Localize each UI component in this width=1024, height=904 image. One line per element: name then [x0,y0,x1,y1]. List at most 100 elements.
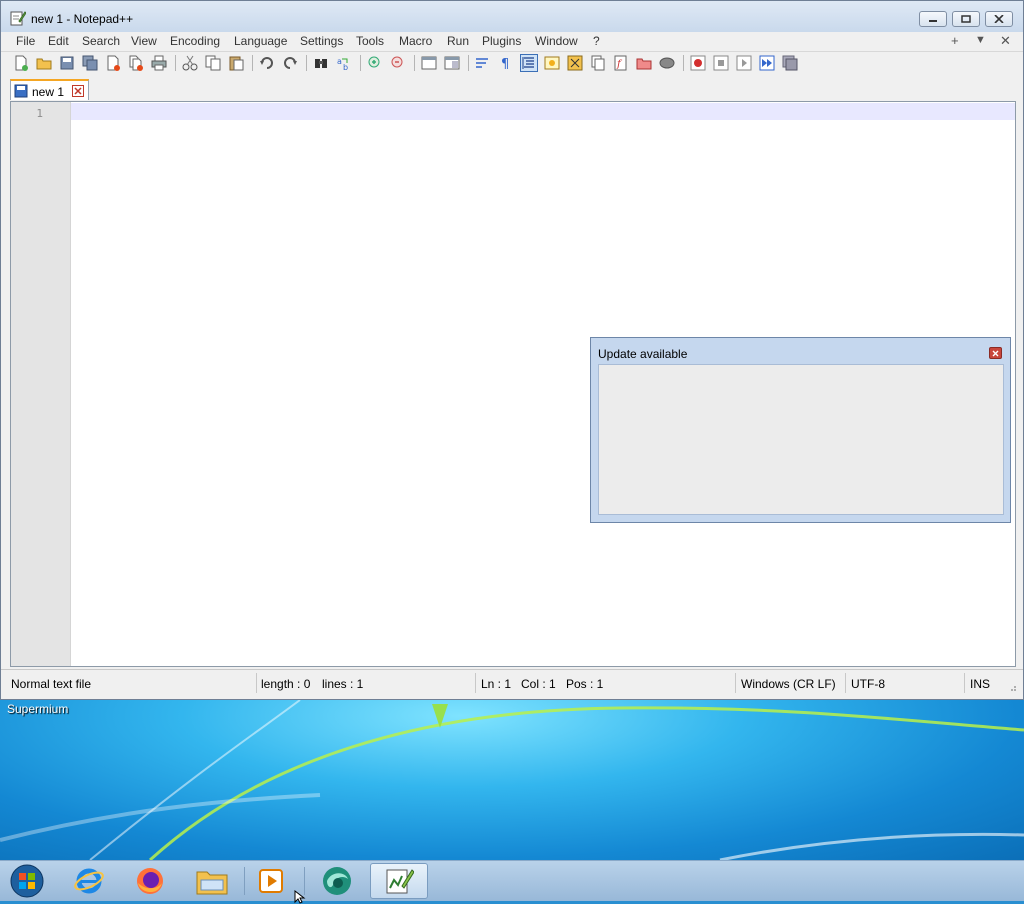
status-col: Col : 1 [521,677,556,691]
window-title: new 1 - Notepad++ [31,12,134,26]
taskbar-file-explorer[interactable] [187,863,237,899]
status-divider [735,673,736,693]
dialog-close-button[interactable] [989,347,1002,359]
play-macro-icon[interactable] [736,55,752,71]
tab-bar: new 1 [1,77,1023,101]
run-macro-multiple-icon[interactable] [759,55,775,71]
doc-map-icon[interactable] [567,55,583,71]
tab-list-dropdown-button[interactable]: ▼ [975,34,986,46]
show-all-chars-icon[interactable]: ¶ [498,55,514,71]
menu-tools[interactable]: Tools [356,34,384,48]
taskbar [0,860,1024,904]
menu-file[interactable]: File [16,34,35,48]
toolbar-separator [360,55,361,71]
status-eol[interactable]: Windows (CR LF) [741,677,836,691]
minimize-button[interactable] [919,11,947,27]
tab-close-icon[interactable] [72,85,84,97]
undo-icon[interactable] [259,55,275,71]
save-all-icon[interactable] [82,55,98,71]
start-orb-icon [10,864,44,898]
close-button[interactable] [985,11,1013,27]
svg-text:b: b [343,63,348,71]
status-divider [256,673,257,693]
menu-plugins[interactable]: Plugins [482,34,521,48]
new-file-icon[interactable] [13,55,29,71]
restore-icon [961,15,971,23]
paste-icon[interactable] [228,55,244,71]
resize-grip-icon[interactable] [1007,682,1017,692]
menu-edit[interactable]: Edit [48,34,69,48]
sync-horizontal-icon[interactable] [444,55,460,71]
word-wrap-icon[interactable] [475,55,491,71]
save-macro-icon[interactable] [782,55,798,71]
save-icon[interactable] [59,55,75,71]
toolbar-separator [468,55,469,71]
status-divider [964,673,965,693]
indent-guide-icon[interactable] [520,54,538,72]
folder-as-workspace-icon[interactable] [636,55,652,71]
monitoring-icon[interactable] [659,55,675,71]
taskbar-browser[interactable] [312,863,362,899]
doc-list-icon[interactable] [590,55,606,71]
copy-icon[interactable] [205,55,221,71]
dialog-body [598,364,1004,515]
status-divider [845,673,846,693]
saved-file-icon [14,84,28,98]
close-icon [994,15,1004,23]
cut-icon[interactable] [182,55,198,71]
taskbar-media-player[interactable] [247,863,297,899]
menu-run[interactable]: Run [447,34,469,48]
function-list-icon[interactable]: f [613,55,629,71]
desktop: Supermium [0,700,1024,860]
zoom-in-icon[interactable] [367,55,383,71]
open-file-icon[interactable] [36,55,52,71]
status-length: length : 0 [261,677,311,691]
redo-icon[interactable] [282,55,298,71]
desktop-shortcut-label[interactable]: Supermium [7,702,68,716]
menu-view[interactable]: View [131,34,157,48]
sync-vertical-icon[interactable] [421,55,437,71]
start-button[interactable] [2,863,52,899]
toolbar-separator [252,55,253,71]
restore-button[interactable] [952,11,980,27]
status-encoding[interactable]: UTF-8 [851,677,885,691]
status-file-type: Normal text file [11,677,92,691]
menu-language[interactable]: Language [234,34,287,48]
line-number-gutter: 1 [11,102,71,666]
taskbar-internet-explorer[interactable] [64,863,114,899]
status-divider [475,673,476,693]
taskbar-firefox[interactable] [125,863,175,899]
menu-help[interactable]: ? [593,34,600,48]
user-language-icon[interactable] [544,55,560,71]
media-player-icon [259,869,283,893]
taskbar-notepadpp[interactable] [370,863,428,899]
tab-new1[interactable]: new 1 [10,79,89,100]
replace-icon[interactable]: ab [336,55,352,71]
close-file-icon[interactable] [105,55,121,71]
menu-settings[interactable]: Settings [300,34,343,48]
close-doc-button[interactable]: ✕ [1000,33,1011,49]
new-tab-plus-button[interactable]: + [951,33,959,48]
print-icon[interactable] [151,55,167,71]
status-insert-mode[interactable]: INS [970,677,990,691]
menu-macro[interactable]: Macro [399,34,432,48]
status-ln: Ln : 1 [481,677,512,691]
find-icon[interactable] [313,55,329,71]
menu-search[interactable]: Search [82,34,120,48]
menu-encoding[interactable]: Encoding [170,34,220,48]
stop-macro-icon[interactable] [713,55,729,71]
wallpaper-swoosh [0,700,1024,860]
close-all-icon[interactable] [128,55,144,71]
toolbar-separator [306,55,307,71]
internet-explorer-icon [74,868,104,894]
line-number: 1 [36,107,43,120]
minimize-icon [929,20,937,22]
menu-window[interactable]: Window [535,34,578,48]
mouse-cursor-icon [294,890,306,904]
browser-icon [323,867,351,895]
close-icon [992,350,999,356]
title-bar[interactable]: new 1 - Notepad++ [1,1,1023,32]
firefox-icon [137,868,163,894]
record-macro-icon[interactable] [690,55,706,71]
zoom-out-icon[interactable] [390,55,406,71]
